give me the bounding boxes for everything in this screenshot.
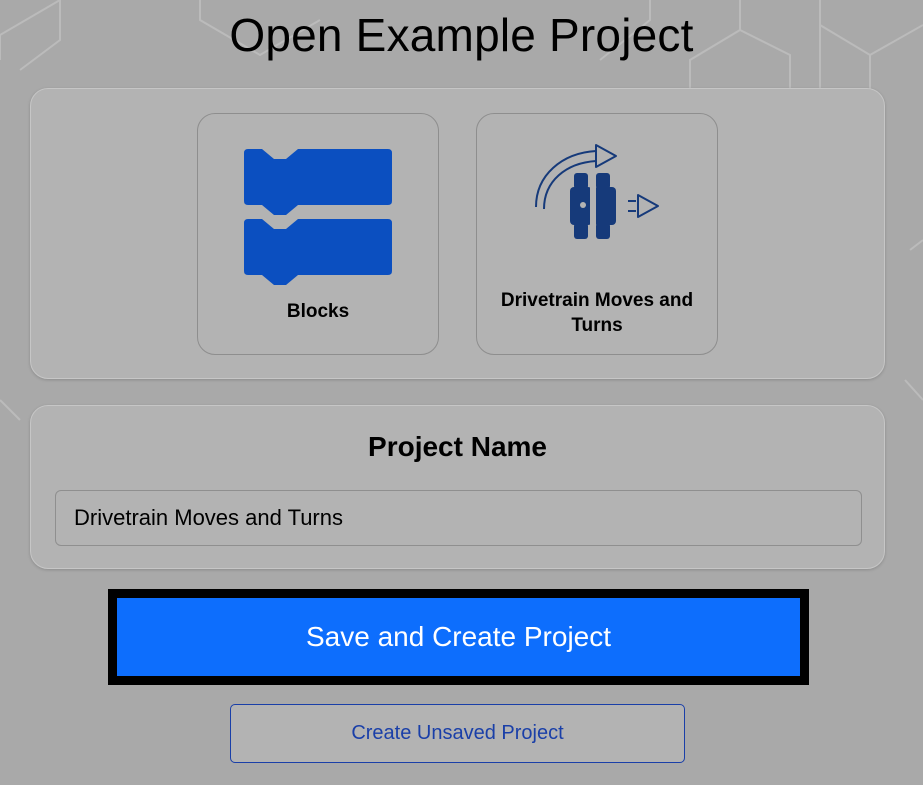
example-card-label: Drivetrain Moves and Turns [500,290,694,336]
drivetrain-turn-icon [477,139,717,243]
save-and-create-button[interactable]: Save and Create Project [117,598,800,676]
page-title: Open Example Project [229,9,694,61]
examples-panel [30,88,885,379]
project-name-heading: Project Name [368,431,547,462]
blocks-icon [198,149,438,285]
project-name-input[interactable] [55,490,862,546]
example-card-blocks[interactable]: Blocks [197,113,439,355]
save-button-focus-ring: Save and Create Project [108,589,809,685]
example-card-label: Blocks [286,301,350,322]
project-name-panel: Project Name [30,405,885,569]
example-card-drivetrain[interactable]: Drivetrain Moves and Turns [476,113,718,355]
create-unsaved-button[interactable]: Create Unsaved Project [230,704,685,763]
